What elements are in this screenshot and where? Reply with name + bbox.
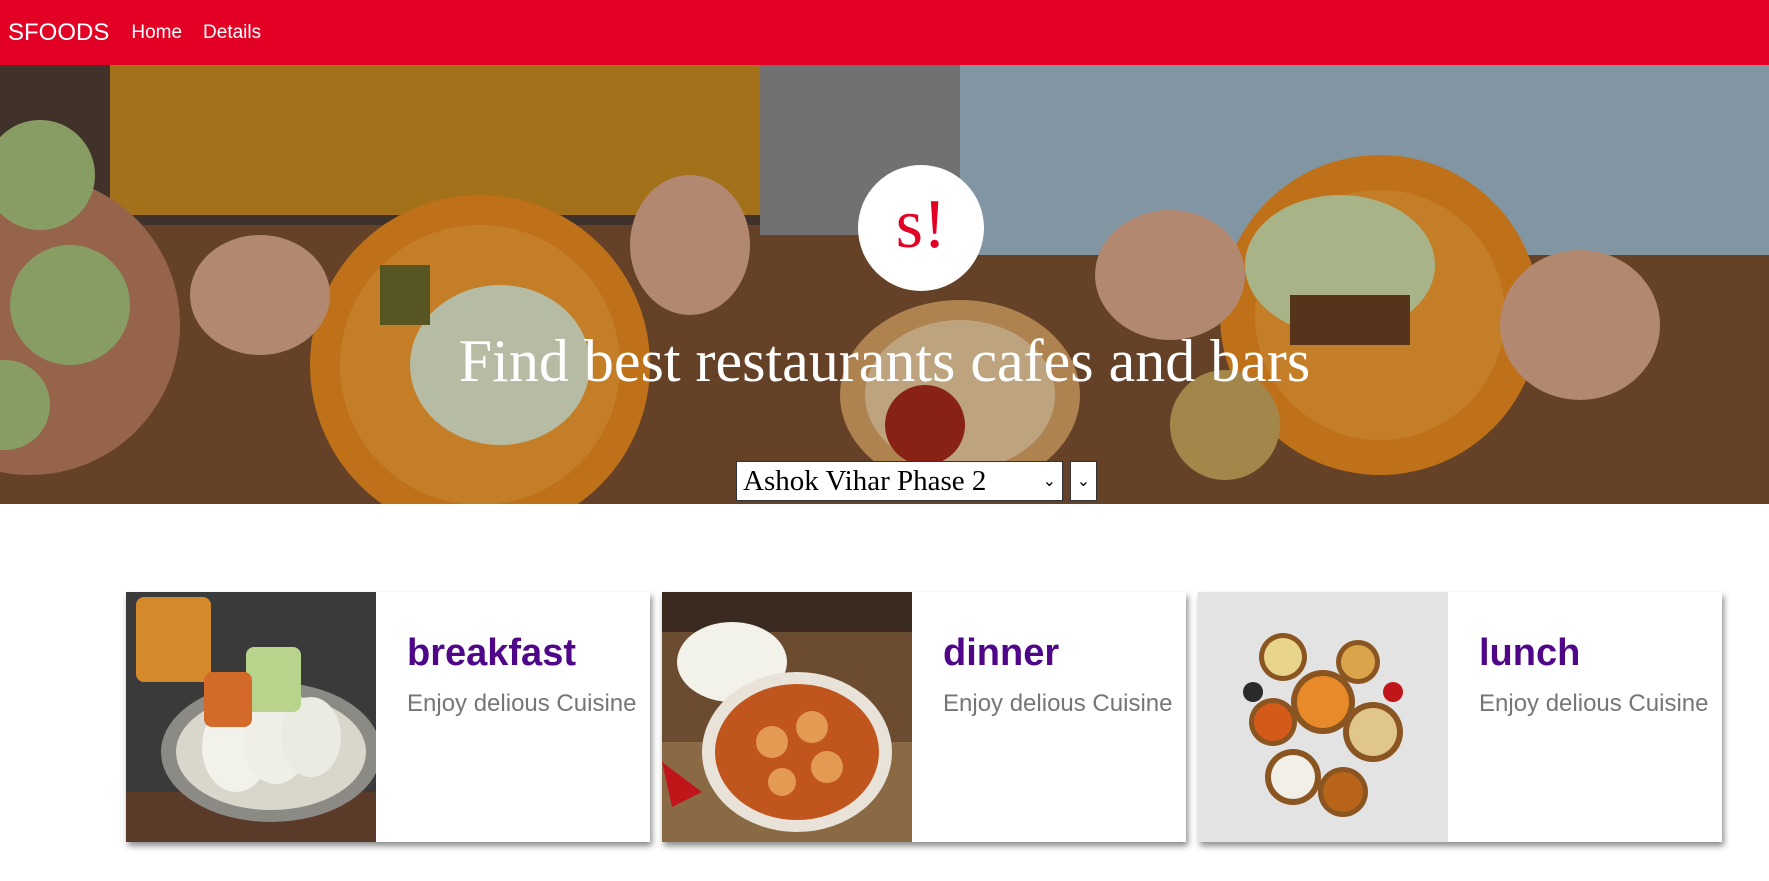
card-subtitle: Enjoy delious Cuisine <box>943 690 1173 717</box>
restaurant-select[interactable]: ⌄ <box>1070 461 1097 501</box>
location-select-value: Ashok Vihar Phase 2 <box>743 464 987 497</box>
card-body: breakfast Enjoy delious Cuisine <box>376 592 636 842</box>
nav-link-home[interactable]: Home <box>131 22 182 44</box>
card-title: breakfast <box>407 632 576 674</box>
hero-background-image <box>0 65 1769 504</box>
brand-logo[interactable]: SFOODS <box>8 19 109 47</box>
card-body: dinner Enjoy delious Cuisine <box>912 592 1172 842</box>
breakfast-image <box>126 592 376 842</box>
navbar: SFOODS Home Details <box>0 0 1769 65</box>
card-subtitle: Enjoy delious Cuisine <box>1479 690 1709 717</box>
card-body: lunch Enjoy delious Cuisine <box>1448 592 1708 842</box>
card-title: lunch <box>1479 632 1581 674</box>
chevron-down-icon: ⌄ <box>1042 473 1056 490</box>
hero-banner: s! Find best restaurants cafes and bars … <box>0 65 1769 504</box>
meal-card-breakfast[interactable]: breakfast Enjoy delious Cuisine <box>126 592 650 842</box>
card-title: dinner <box>943 632 1060 674</box>
meal-card-dinner[interactable]: dinner Enjoy delious Cuisine <box>662 592 1186 842</box>
card-subtitle: Enjoy delious Cuisine <box>407 690 637 717</box>
meal-card-lunch[interactable]: lunch Enjoy delious Cuisine <box>1198 592 1722 842</box>
dinner-image <box>662 592 912 842</box>
hero-logo-text: s! <box>895 186 947 263</box>
lunch-image <box>1198 592 1448 842</box>
location-select[interactable]: Ashok Vihar Phase 2 ⌄ <box>736 461 1063 501</box>
chevron-down-icon: ⌄ <box>1076 473 1091 490</box>
nav-link-details[interactable]: Details <box>203 22 261 44</box>
hero-title: Find best restaurants cafes and bars <box>458 328 1311 394</box>
hero-logo: s! <box>858 165 984 291</box>
